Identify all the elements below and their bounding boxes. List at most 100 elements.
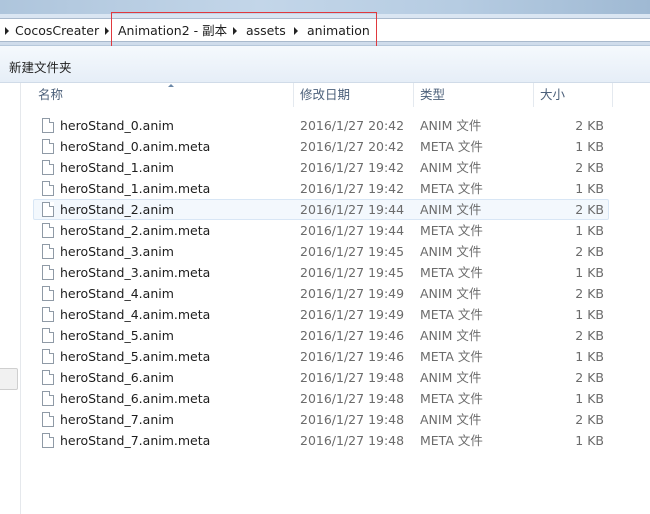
file-size: 2 KB bbox=[575, 202, 604, 217]
file-name: heroStand_5.anim.meta bbox=[60, 349, 211, 364]
file-row[interactable]: heroStand_1.anim 2016/1/27 19:42 ANIM 文件 2 … bbox=[33, 157, 609, 178]
file-icon bbox=[42, 265, 54, 280]
file-row[interactable]: heroStand_0.anim.meta 2016/1/27 20:42 META… bbox=[33, 136, 609, 157]
file-name: heroStand_6.anim bbox=[60, 370, 174, 385]
file-row[interactable]: heroStand_3.anim.meta 2016/1/27 19:45 META… bbox=[33, 262, 609, 283]
sort-up-icon bbox=[168, 84, 174, 87]
file-icon bbox=[42, 118, 54, 133]
file-date: 2016/1/27 19:49 bbox=[300, 307, 405, 322]
new-folder-button[interactable]: 新建文件夹 bbox=[9, 57, 72, 76]
file-icon bbox=[42, 412, 54, 427]
file-date: 2016/1/27 19:49 bbox=[300, 286, 405, 301]
file-date: 2016/1/27 19:42 bbox=[300, 160, 405, 175]
file-row[interactable]: heroStand_5.anim.meta 2016/1/27 19:46 META… bbox=[33, 346, 609, 367]
file-size: 2 KB bbox=[575, 412, 604, 427]
file-row[interactable]: heroStand_6.anim.meta 2016/1/27 19:48 META… bbox=[33, 388, 609, 409]
file-date: 2016/1/27 19:48 bbox=[300, 391, 405, 406]
file-name: heroStand_5.anim bbox=[60, 328, 174, 343]
file-date: 2016/1/27 20:42 bbox=[300, 118, 405, 133]
file-type: META 文件 bbox=[420, 307, 483, 322]
navigation-pane-handle[interactable] bbox=[0, 368, 18, 390]
file-name: heroStand_0.anim.meta bbox=[60, 139, 211, 154]
file-icon bbox=[42, 433, 54, 448]
file-row[interactable]: heroStand_7.anim.meta 2016/1/27 19:48 META… bbox=[33, 430, 609, 451]
file-size: 1 KB bbox=[575, 223, 604, 238]
column-header-type[interactable]: 类型 bbox=[414, 83, 534, 107]
file-name: heroStand_1.anim bbox=[60, 160, 174, 175]
file-row[interactable]: heroStand_4.anim 2016/1/27 19:49 ANIM 文件 2 … bbox=[33, 283, 609, 304]
column-header-name[interactable]: 名称 bbox=[32, 83, 294, 107]
file-name: heroStand_3.anim bbox=[60, 244, 174, 259]
file-row[interactable]: heroStand_2.anim 2016/1/27 19:44 ANIM 文件 2 … bbox=[33, 199, 609, 220]
file-list: heroStand_0.anim 2016/1/27 20:42 ANIM 文件 2 … bbox=[33, 115, 609, 451]
file-row[interactable]: heroStand_3.anim 2016/1/27 19:45 ANIM 文件 2 … bbox=[33, 241, 609, 262]
file-date: 2016/1/27 19:44 bbox=[300, 223, 405, 238]
file-type: META 文件 bbox=[420, 181, 483, 196]
file-icon bbox=[42, 370, 54, 385]
column-header-date[interactable]: 修改日期 bbox=[294, 83, 414, 107]
file-date: 2016/1/27 19:45 bbox=[300, 244, 405, 259]
file-name: heroStand_7.anim.meta bbox=[60, 433, 211, 448]
file-size: 1 KB bbox=[575, 265, 604, 280]
file-row[interactable]: heroStand_5.anim 2016/1/27 19:46 ANIM 文件 2 … bbox=[33, 325, 609, 346]
file-icon bbox=[42, 391, 54, 406]
file-type: ANIM 文件 bbox=[420, 370, 482, 385]
triangle-right-icon[interactable] bbox=[5, 27, 9, 35]
file-date: 2016/1/27 19:48 bbox=[300, 370, 405, 385]
file-size: 2 KB bbox=[575, 286, 604, 301]
file-size: 1 KB bbox=[575, 139, 604, 154]
file-name: heroStand_6.anim.meta bbox=[60, 391, 211, 406]
file-date: 2016/1/27 19:46 bbox=[300, 349, 405, 364]
file-icon bbox=[42, 244, 54, 259]
file-row[interactable]: heroStand_0.anim 2016/1/27 20:42 ANIM 文件 2 … bbox=[33, 115, 609, 136]
breadcrumb-item-cocoscreater[interactable]: CocosCreater bbox=[15, 19, 99, 43]
file-size: 1 KB bbox=[575, 349, 604, 364]
file-date: 2016/1/27 19:48 bbox=[300, 412, 405, 427]
file-name: heroStand_2.anim bbox=[60, 202, 174, 217]
file-name: heroStand_7.anim bbox=[60, 412, 174, 427]
file-name: heroStand_4.anim.meta bbox=[60, 307, 211, 322]
file-date: 2016/1/27 19:46 bbox=[300, 328, 405, 343]
file-icon bbox=[42, 223, 54, 238]
file-name: heroStand_1.anim.meta bbox=[60, 181, 211, 196]
file-size: 1 KB bbox=[575, 181, 604, 196]
file-type: META 文件 bbox=[420, 265, 483, 280]
file-name: heroStand_2.anim.meta bbox=[60, 223, 211, 238]
column-size-label: 大小 bbox=[540, 87, 566, 102]
file-size: 1 KB bbox=[575, 433, 604, 448]
file-type: ANIM 文件 bbox=[420, 244, 482, 259]
file-row[interactable]: heroStand_7.anim 2016/1/27 19:48 ANIM 文件 2 … bbox=[33, 409, 609, 430]
file-icon bbox=[42, 202, 54, 217]
file-date: 2016/1/27 19:42 bbox=[300, 181, 405, 196]
file-icon bbox=[42, 307, 54, 322]
file-date: 2016/1/27 19:48 bbox=[300, 433, 405, 448]
file-type: META 文件 bbox=[420, 223, 483, 238]
file-type: ANIM 文件 bbox=[420, 328, 482, 343]
toolbar: 新建文件夹 bbox=[0, 46, 650, 83]
file-icon bbox=[42, 349, 54, 364]
file-type: META 文件 bbox=[420, 139, 483, 154]
file-icon bbox=[42, 181, 54, 196]
navigation-pane bbox=[0, 83, 21, 514]
file-row[interactable]: heroStand_2.anim.meta 2016/1/27 19:44 META… bbox=[33, 220, 609, 241]
file-type: ANIM 文件 bbox=[420, 160, 482, 175]
file-row[interactable]: heroStand_6.anim 2016/1/27 19:48 ANIM 文件 2 … bbox=[33, 367, 609, 388]
file-row[interactable]: heroStand_4.anim.meta 2016/1/27 19:49 META… bbox=[33, 304, 609, 325]
file-type: ANIM 文件 bbox=[420, 412, 482, 427]
column-type-label: 类型 bbox=[420, 87, 446, 102]
column-date-label: 修改日期 bbox=[300, 87, 351, 102]
column-header-size[interactable]: 大小 bbox=[534, 83, 613, 107]
triangle-right-icon[interactable] bbox=[105, 27, 109, 35]
file-size: 2 KB bbox=[575, 244, 604, 259]
file-size: 2 KB bbox=[575, 160, 604, 175]
file-row[interactable]: heroStand_1.anim.meta 2016/1/27 19:42 META… bbox=[33, 178, 609, 199]
file-date: 2016/1/27 19:45 bbox=[300, 265, 405, 280]
file-icon bbox=[42, 139, 54, 154]
column-name-label: 名称 bbox=[38, 87, 64, 102]
file-type: ANIM 文件 bbox=[420, 286, 482, 301]
file-size: 1 KB bbox=[575, 307, 604, 322]
column-header: 名称 修改日期 类型 大小 bbox=[21, 83, 650, 107]
file-icon bbox=[42, 328, 54, 343]
file-size: 2 KB bbox=[575, 328, 604, 343]
file-name: heroStand_4.anim bbox=[60, 286, 174, 301]
